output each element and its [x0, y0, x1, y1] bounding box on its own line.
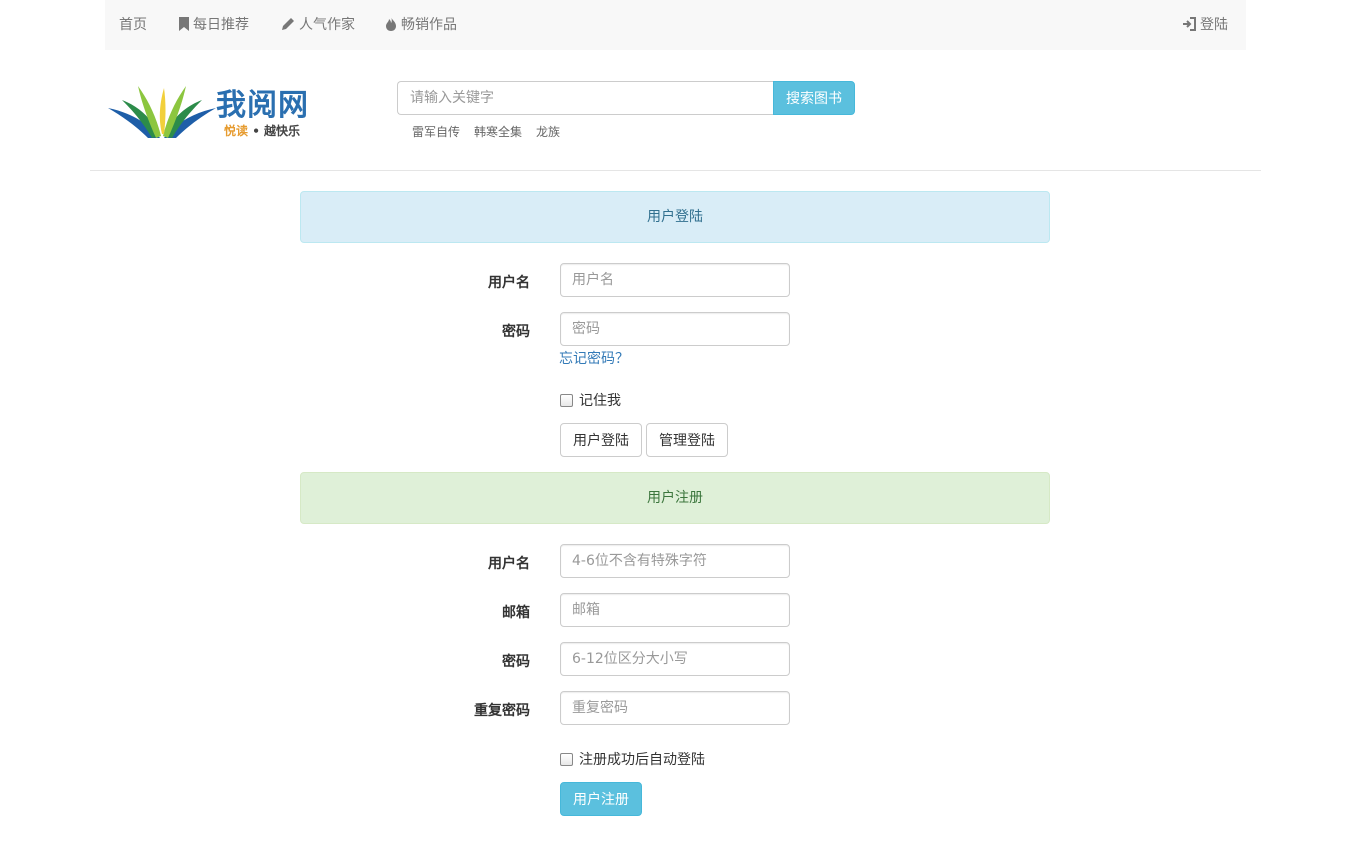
pencil-icon — [282, 18, 294, 30]
login-password-label: 密码 — [502, 324, 530, 340]
register-email-input[interactable] — [560, 593, 790, 627]
login-password-input[interactable] — [560, 312, 790, 346]
register-repeat-password-label: 重复密码 — [474, 703, 530, 719]
site-logo[interactable]: 我阅网 悦读 • 越快乐 — [108, 80, 318, 142]
register-username-label: 用户名 — [488, 556, 530, 572]
forgot-password-link[interactable]: 忘记密码？ — [559, 348, 629, 368]
nav-bestsellers-label: 畅销作品 — [401, 17, 457, 33]
logo-slogan-a: 悦读 — [224, 124, 249, 138]
hotword-link[interactable]: 龙族 — [536, 123, 560, 140]
top-navbar: 首页 每日推荐 人气作家 畅销作品 登陆 — [105, 0, 1246, 50]
remember-me-checkbox[interactable]: 记住我 — [560, 390, 621, 410]
hotword-link[interactable]: 韩寒全集 — [474, 123, 522, 140]
nav-login[interactable]: 登陆 — [1182, 0, 1228, 50]
search-input[interactable] — [397, 81, 774, 115]
register-email-label: 邮箱 — [502, 605, 530, 621]
login-username-label: 用户名 — [488, 275, 530, 291]
nav-bestsellers[interactable]: 畅销作品 — [385, 0, 457, 50]
user-login-button[interactable]: 用户登陆 — [560, 423, 642, 457]
header-divider — [90, 170, 1261, 171]
logo-slogan-b: 越快乐 — [264, 124, 301, 138]
fire-icon — [386, 17, 396, 31]
nav-home[interactable]: 首页 — [119, 0, 147, 50]
register-repeat-password-input[interactable] — [560, 691, 790, 725]
nav-home-label: 首页 — [119, 17, 147, 33]
register-password-label: 密码 — [502, 654, 530, 670]
login-username-input[interactable] — [560, 263, 790, 297]
logo-slogan-sep: • — [248, 124, 265, 138]
nav-daily-recommend[interactable]: 每日推荐 — [179, 0, 249, 50]
register-button[interactable]: 用户注册 — [560, 782, 642, 816]
nav-popular-authors[interactable]: 人气作家 — [281, 0, 355, 50]
login-icon — [1183, 17, 1196, 31]
remember-me-label: 记住我 — [579, 393, 621, 409]
register-password-input[interactable] — [560, 642, 790, 676]
hotword-link[interactable]: 雷军自传 — [412, 123, 460, 140]
checkbox-box[interactable] — [560, 753, 573, 766]
checkbox-box[interactable] — [560, 394, 573, 407]
logo-slogan: 悦读 • 越快乐 — [224, 122, 300, 139]
bookmark-icon — [179, 17, 189, 31]
admin-login-button[interactable]: 管理登陆 — [646, 423, 728, 457]
logo-title: 我阅网 — [216, 88, 309, 123]
register-username-input[interactable] — [560, 544, 790, 578]
register-panel-heading: 用户注册 — [300, 472, 1050, 524]
nav-daily-label: 每日推荐 — [193, 17, 249, 33]
nav-login-label: 登陆 — [1200, 17, 1228, 33]
nav-authors-label: 人气作家 — [299, 17, 355, 33]
auto-login-checkbox[interactable]: 注册成功后自动登陆 — [560, 749, 705, 769]
login-panel-heading: 用户登陆 — [300, 191, 1050, 243]
search-books-button[interactable]: 搜索图书 — [773, 81, 855, 115]
open-book-logo-icon — [108, 86, 216, 138]
auto-login-label: 注册成功后自动登陆 — [579, 752, 705, 768]
